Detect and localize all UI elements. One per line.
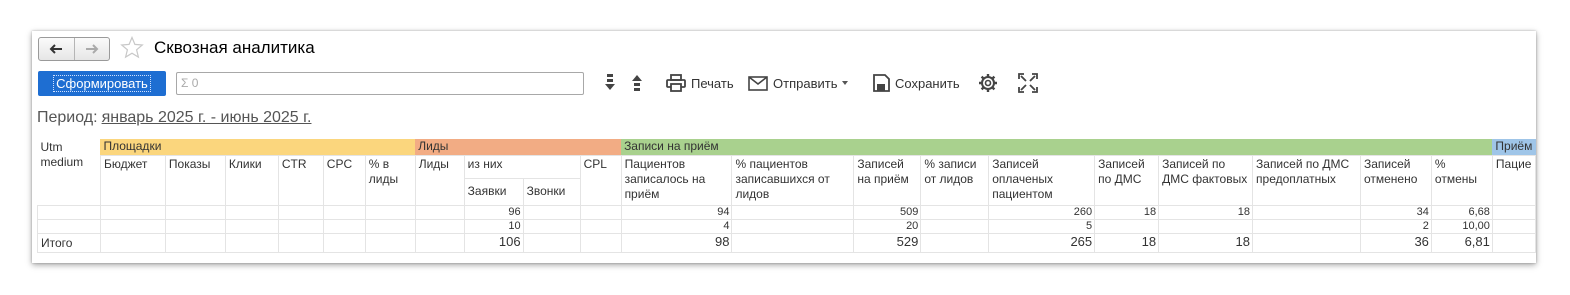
col-ctr: CTR (277, 154, 324, 206)
col-pct-patients: % пациентов записавшихся от лидов (731, 154, 855, 206)
col-budget: Бюджет (99, 154, 166, 206)
collapse-all-button[interactable] (631, 72, 643, 94)
total-dms-fact: 18 (1158, 232, 1254, 253)
period-label: Период: (37, 109, 98, 126)
col-shows: Показы (164, 154, 226, 206)
row-dms (1094, 218, 1160, 234)
collapse-up-icon (632, 75, 642, 91)
col-pct-cancel: % отмены (1430, 154, 1493, 206)
expand-down-icon (605, 74, 615, 90)
col-paid: Записей оплаченых пациентом (988, 154, 1096, 206)
row-patients: 94 (620, 204, 733, 220)
search-input[interactable]: Σ 0 (176, 72, 584, 95)
col-patients-recorded: Пациентов записалось на приём (620, 154, 733, 206)
row-paid: 5 (988, 218, 1096, 234)
col-dms-fact: Записей по ДМС фактовых (1158, 154, 1254, 206)
row-requests: 10 (463, 218, 524, 234)
nav-buttons (38, 37, 110, 61)
utm-medium-header: Utm medium (40, 140, 84, 169)
col-of-them: из них (463, 154, 581, 179)
group-lidy: Лиды (415, 139, 622, 155)
table-row: 96 94 509 260 18 18 34 6,68 (37, 204, 1536, 220)
row-pct-cancel: 6,68 (1430, 204, 1493, 220)
caret-down-icon (842, 81, 849, 85)
send-button[interactable]: Отправить (748, 72, 849, 94)
report-window: Сквозная аналитика Сформировать Σ 0 Печа… (32, 31, 1536, 263)
row-records: 509 (853, 204, 922, 220)
table-row: 10 4 20 5 2 10,00 (37, 218, 1536, 234)
group-ploshchadki: Площадки (100, 139, 416, 155)
floppy-disk-icon (873, 74, 890, 92)
printer-icon (666, 74, 686, 92)
col-clicks: Клики (224, 154, 279, 206)
fullscreen-button[interactable] (1018, 72, 1038, 94)
col-calls: Звонки (522, 177, 581, 206)
col-cpc: CPC (322, 154, 366, 206)
total-requests: 106 (463, 232, 524, 253)
col-cancelled: Записей отменено (1359, 154, 1432, 206)
expand-all-button[interactable] (604, 72, 616, 94)
favorite-star-icon[interactable] (120, 36, 144, 59)
report-table: Utm medium Площадки Лиды Записи на приём… (37, 139, 1536, 253)
envelope-icon (748, 75, 768, 91)
row-utm (37, 218, 101, 234)
row-dms: 18 (1094, 204, 1160, 220)
fullscreen-icon (1018, 73, 1038, 93)
col-pct-records: % записи от лидов (920, 154, 990, 206)
group-priem: Приём (1492, 139, 1536, 155)
col-requests: Заявки (463, 177, 524, 206)
total-label: Итого (37, 232, 101, 253)
arrow-left-icon (49, 44, 63, 54)
print-label: Печать (691, 75, 734, 91)
row-requests: 96 (463, 204, 524, 220)
save-button[interactable]: Сохранить (872, 72, 960, 94)
row-patients: 4 (620, 218, 733, 234)
total-cancelled: 36 (1359, 232, 1432, 253)
col-dms-prepaid: Записей по ДМС предоплатных (1252, 154, 1361, 206)
row-records: 20 (853, 218, 922, 234)
col-dms: Записей по ДМС (1094, 154, 1160, 206)
row-pct-cancel: 10,00 (1430, 218, 1493, 234)
total-patients: 98 (620, 232, 733, 253)
row-paid: 260 (988, 204, 1096, 220)
send-label: Отправить (773, 75, 838, 91)
print-button[interactable]: Печать (666, 72, 734, 94)
col-cpl: CPL (579, 154, 622, 206)
total-records: 529 (853, 232, 922, 253)
total-dms: 18 (1094, 232, 1160, 253)
row-cancelled: 34 (1359, 204, 1432, 220)
gear-icon (979, 74, 997, 92)
col-pct-leads: % в лиды (364, 154, 416, 206)
col-leads: Лиды (414, 154, 465, 206)
row-cancelled: 2 (1359, 218, 1432, 234)
forward-button[interactable] (73, 38, 110, 60)
row-dms-fact: 18 (1158, 204, 1254, 220)
row-utm (37, 204, 101, 220)
group-zapisi: Записи на приём (621, 139, 1493, 155)
back-button[interactable] (39, 38, 74, 60)
page-title: Сквозная аналитика (154, 38, 315, 57)
period-selector: Период: январь 2025 г. - июнь 2025 г. (37, 109, 311, 127)
total-paid: 265 (988, 232, 1096, 253)
col-patients-cut: Пацие (1491, 154, 1536, 206)
row-dms-fact (1158, 218, 1254, 234)
settings-button[interactable] (978, 72, 998, 94)
total-pct-cancel: 6,81 (1430, 232, 1493, 253)
arrow-right-icon (85, 44, 99, 54)
period-link[interactable]: январь 2025 г. - июнь 2025 г. (102, 109, 312, 126)
generate-button-label: Сформировать (53, 75, 151, 92)
generate-button[interactable]: Сформировать (38, 71, 166, 96)
col-records: Записей на приём (853, 154, 922, 206)
total-row: Итого 106 98 529 265 18 18 36 6,81 (37, 232, 1536, 253)
save-label: Сохранить (895, 75, 960, 91)
